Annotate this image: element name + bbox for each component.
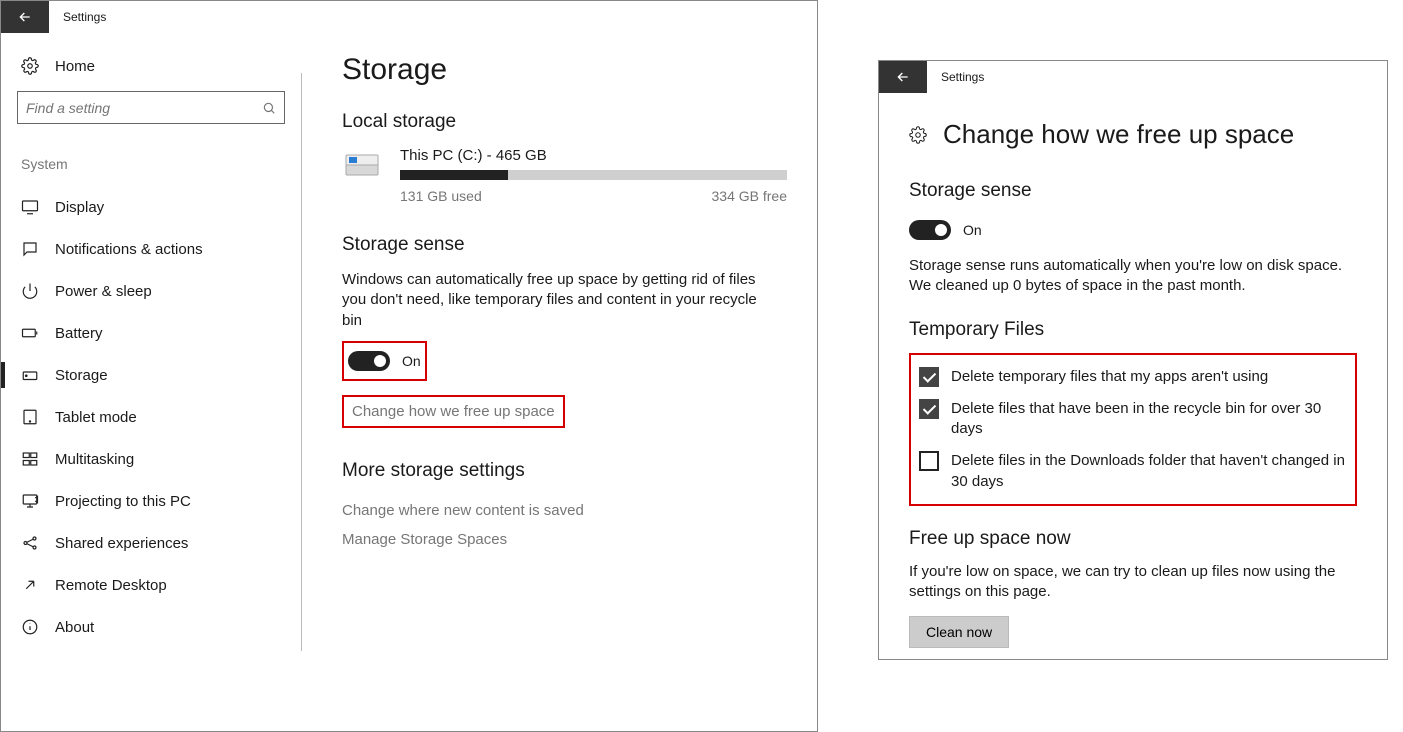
nav-icon bbox=[21, 324, 39, 342]
change-free-up-link[interactable]: Change how we free up space bbox=[352, 401, 555, 422]
nav-icon bbox=[21, 450, 39, 468]
checkbox-label: Delete temporary files that my apps aren… bbox=[951, 367, 1268, 387]
sidebar-item-shared-experiences[interactable]: Shared experiences bbox=[17, 522, 285, 564]
search-icon bbox=[262, 101, 276, 115]
highlight-checks: Delete temporary files that my apps aren… bbox=[909, 353, 1357, 506]
page-title: Change how we free up space bbox=[943, 119, 1294, 150]
drive-used-label: 131 GB used bbox=[400, 188, 482, 204]
nav-label: Battery bbox=[55, 325, 103, 342]
back-button[interactable] bbox=[1, 1, 49, 33]
sidebar: Home System Display Notifications & actio… bbox=[1, 33, 301, 731]
change-content-location-link[interactable]: Change where new content is saved bbox=[342, 496, 787, 525]
titlebar: Settings bbox=[879, 61, 1387, 93]
nav-icon bbox=[21, 618, 39, 636]
toggle-label: On bbox=[402, 353, 421, 369]
toggle-switch[interactable] bbox=[909, 220, 951, 240]
titlebar: Settings bbox=[1, 1, 817, 33]
nav-label: Projecting to this PC bbox=[55, 493, 191, 510]
storage-sense-toggle[interactable]: On bbox=[348, 345, 421, 377]
more-storage-heading: More storage settings bbox=[342, 460, 787, 482]
window-title: Settings bbox=[927, 70, 984, 84]
nav-label: Tablet mode bbox=[55, 409, 137, 426]
storage-sense-status-text: Storage sense runs automatically when yo… bbox=[909, 256, 1357, 297]
sidebar-item-about[interactable]: About bbox=[17, 606, 285, 648]
drive-row[interactable]: This PC (C:) - 465 GB 131 GB used 334 GB… bbox=[342, 147, 787, 204]
temp-files-check-2[interactable]: Delete files in the Downloads folder tha… bbox=[919, 445, 1347, 498]
temp-files-check-0[interactable]: Delete temporary files that my apps aren… bbox=[919, 361, 1347, 393]
nav-icon bbox=[21, 408, 39, 426]
nav-icon bbox=[21, 282, 39, 300]
storage-sense-heading: Storage sense bbox=[909, 180, 1357, 202]
nav-label: Shared experiences bbox=[55, 535, 188, 552]
sidebar-item-remote-desktop[interactable]: Remote Desktop bbox=[17, 564, 285, 606]
storage-sense-desc: Windows can automatically free up space … bbox=[342, 270, 762, 331]
search-input[interactable] bbox=[26, 100, 262, 116]
temp-files-check-1[interactable]: Delete files that have been in the recyc… bbox=[919, 393, 1347, 446]
temporary-files-heading: Temporary Files bbox=[909, 319, 1357, 341]
sidebar-home[interactable]: Home bbox=[17, 51, 285, 91]
nav-icon bbox=[21, 198, 39, 216]
nav-icon bbox=[21, 576, 39, 594]
drive-usage-bar bbox=[400, 170, 787, 180]
nav-icon bbox=[21, 492, 39, 510]
sidebar-item-multitasking[interactable]: Multitasking bbox=[17, 438, 285, 480]
nav-icon bbox=[21, 366, 39, 384]
nav-label: Storage bbox=[55, 367, 108, 384]
free-up-now-heading: Free up space now bbox=[909, 528, 1357, 550]
nav-label: Display bbox=[55, 199, 104, 216]
toggle-switch[interactable] bbox=[348, 351, 390, 371]
settings-storage-window: Settings Home System Display Notification… bbox=[0, 0, 818, 732]
window-title: Settings bbox=[49, 10, 106, 24]
sidebar-item-storage[interactable]: Storage bbox=[17, 354, 285, 396]
nav-icon bbox=[21, 534, 39, 552]
nav-label: Power & sleep bbox=[55, 283, 152, 300]
search-box[interactable] bbox=[17, 91, 285, 124]
highlight-changelink: Change how we free up space bbox=[342, 395, 565, 428]
checkbox-label: Delete files that have been in the recyc… bbox=[951, 399, 1347, 440]
manage-storage-spaces-link[interactable]: Manage Storage Spaces bbox=[342, 525, 787, 554]
free-up-now-desc: If you're low on space, we can try to cl… bbox=[909, 562, 1357, 603]
checkbox-icon[interactable] bbox=[919, 399, 939, 419]
sidebar-item-projecting-to-this-pc[interactable]: Projecting to this PC bbox=[17, 480, 285, 522]
sidebar-item-power-sleep[interactable]: Power & sleep bbox=[17, 270, 285, 312]
page-title: Storage bbox=[342, 53, 787, 87]
settings-change-free-space-window: Settings Change how we free up space Sto… bbox=[878, 60, 1388, 660]
drive-name: This PC (C:) - 465 GB bbox=[400, 147, 787, 164]
checkbox-label: Delete files in the Downloads folder tha… bbox=[951, 451, 1347, 492]
highlight-toggle: On bbox=[342, 341, 427, 381]
sidebar-group-system: System bbox=[17, 152, 285, 186]
main-content: Storage Local storage This PC (C:) - 465… bbox=[302, 33, 817, 731]
nav-label: Remote Desktop bbox=[55, 577, 167, 594]
toggle-label: On bbox=[963, 222, 982, 238]
drive-icon bbox=[342, 147, 384, 181]
gear-icon bbox=[909, 126, 927, 144]
sidebar-item-battery[interactable]: Battery bbox=[17, 312, 285, 354]
storage-sense-heading: Storage sense bbox=[342, 234, 787, 256]
nav-label: Multitasking bbox=[55, 451, 134, 468]
nav-icon bbox=[21, 240, 39, 258]
nav-label: About bbox=[55, 619, 94, 636]
nav-label: Notifications & actions bbox=[55, 241, 203, 258]
back-button[interactable] bbox=[879, 61, 927, 93]
gear-icon bbox=[21, 57, 39, 75]
checkbox-icon[interactable] bbox=[919, 451, 939, 471]
sidebar-item-tablet-mode[interactable]: Tablet mode bbox=[17, 396, 285, 438]
sidebar-item-display[interactable]: Display bbox=[17, 186, 285, 228]
drive-free-label: 334 GB free bbox=[712, 188, 788, 204]
storage-sense-toggle[interactable]: On bbox=[909, 214, 1357, 246]
checkbox-icon[interactable] bbox=[919, 367, 939, 387]
home-label: Home bbox=[55, 58, 95, 75]
clean-now-button[interactable]: Clean now bbox=[909, 616, 1009, 648]
sidebar-item-notifications-actions[interactable]: Notifications & actions bbox=[17, 228, 285, 270]
local-storage-heading: Local storage bbox=[342, 111, 787, 133]
